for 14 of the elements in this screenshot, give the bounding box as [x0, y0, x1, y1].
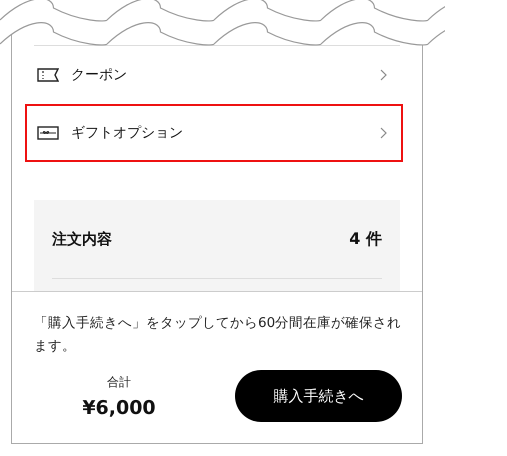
order-summary-title: 注文内容 — [52, 230, 112, 248]
item-count: 4 件 — [349, 228, 382, 250]
chevron-icon — [380, 127, 387, 139]
menu-row[interactable]: ギフトオプション — [25, 104, 403, 162]
chevron-icon — [380, 69, 387, 81]
checkout-button[interactable]: 購入手続きへ — [235, 370, 402, 422]
ticket-icon — [37, 68, 59, 82]
gift-icon — [37, 126, 59, 140]
total-label: 合計 — [107, 374, 131, 390]
menu-label: ギフトオプション — [71, 124, 184, 142]
stock-notice: 「購入手続きへ」をタップしてから60分間在庫が確保されます。 — [34, 314, 402, 356]
total-amount: ¥6,000 — [82, 396, 156, 418]
menu-row[interactable]: クーポン — [25, 46, 403, 104]
menu-label: クーポン — [71, 66, 128, 84]
